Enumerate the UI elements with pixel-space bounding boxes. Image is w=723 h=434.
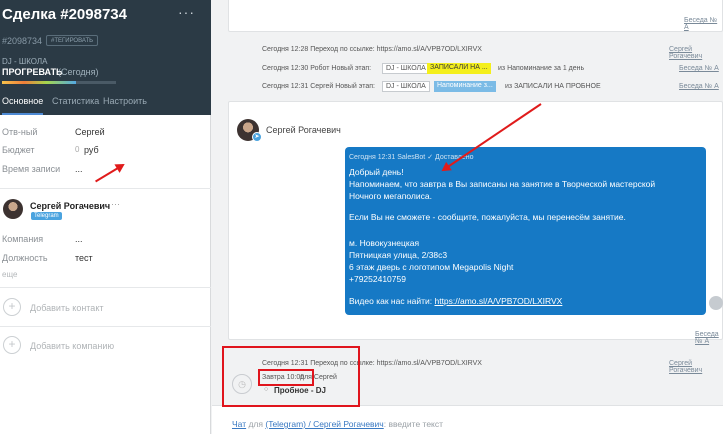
contact-menu-icon[interactable]: ··· (111, 199, 120, 209)
event-link-visit: Сегодня 12:28 Переход по ссылке: https:/… (262, 46, 482, 53)
position-value[interactable]: тест (75, 253, 93, 263)
channel-link[interactable]: (Telegram) / Сергей Рогачевич (265, 419, 383, 429)
annotation-box (258, 369, 314, 386)
conversation-link[interactable]: Беседа № А (679, 83, 719, 90)
avatar[interactable] (3, 199, 23, 219)
deal-header: Сделка #2098734 ··· #2098734 #ТЕГИРОВАТЬ… (0, 0, 211, 115)
message-author[interactable]: Сергей Рогачевич (266, 125, 341, 135)
message-line: Ночного мегаполиса. (349, 191, 432, 201)
stage-from-badge: DJ - ШКОЛА (382, 81, 430, 92)
tab-settings[interactable]: Настроить (103, 95, 147, 115)
stage-from-text: из Напоминание за 1 день (498, 65, 585, 72)
bot-avatar (709, 296, 723, 310)
conversation-link[interactable]: Беседа № А (695, 331, 722, 345)
budget-label: Бюджет (2, 145, 35, 155)
stage-from-badge: DJ - ШКОЛА (382, 63, 430, 74)
responsible-label: Отв-ный (2, 127, 38, 137)
more-menu-icon[interactable]: ··· (178, 4, 195, 20)
event-stage-change-1: Сегодня 12:30 Робот Новый этап: (262, 65, 372, 72)
message-composer[interactable]: Чат для (Telegram) / Сергей Рогачевич: в… (212, 405, 723, 434)
responsible-value[interactable]: Сергей (75, 127, 105, 137)
divider (0, 326, 211, 327)
stage-progress-fill (2, 81, 77, 84)
message-line: 6 этаж дверь с логотипом Megapolis Night (349, 262, 514, 272)
message-bubble: Сегодня 12:31 SalesBot ✓ Доставлено Добр… (345, 147, 706, 315)
stage-to-badge: ЗАПИСАЛИ НА ... (427, 63, 491, 74)
contact-name[interactable]: Сергей Рогачевич (30, 201, 110, 211)
video-label: Видео как нас найти: (349, 296, 435, 306)
plus-icon[interactable]: + (3, 336, 21, 354)
record-time-value[interactable]: ... (75, 164, 83, 174)
plus-icon[interactable]: + (3, 298, 21, 316)
event-stage-change-2: Сегодня 12:31 Сергей Новый этап: (262, 83, 375, 90)
message-line: Добрый день! (349, 167, 404, 177)
composer-input[interactable]: Чат для (Telegram) / Сергей Рогачевич: в… (232, 419, 443, 429)
deal-number: #2098734 (2, 36, 43, 46)
deal-sidebar: Сделка #2098734 ··· #2098734 #ТЕГИРОВАТЬ… (0, 0, 211, 434)
budget-currency: руб (84, 145, 99, 155)
stage-from-text: из ЗАПИСАЛИ НА ПРОБНОЕ (505, 83, 601, 90)
divider (0, 287, 211, 288)
chat-mode-link[interactable]: Чат (232, 419, 246, 429)
more-fields-link[interactable]: еще (2, 270, 17, 279)
stage-progress-bar (2, 81, 116, 84)
message-line: Напоминаем, что завтра в Вы записаны на … (349, 179, 656, 189)
record-time-label: Время записи (2, 164, 61, 174)
company-label: Компания (2, 234, 44, 244)
divider (0, 188, 211, 189)
pipeline-name[interactable]: DJ - ШКОЛА (2, 57, 48, 66)
tab-main[interactable]: Основное (2, 95, 44, 115)
telegram-icon: ➤ (252, 132, 262, 142)
message-line: м. Новокузнецкая (349, 238, 420, 248)
stage-time: (Сегодня) (58, 67, 99, 77)
composer-for: для (246, 419, 266, 429)
message-line: Если Вы не сможете - сообщите, пожалуйст… (349, 212, 626, 222)
deal-tabs: Основное Статистика Настроить (0, 95, 211, 115)
event-author-link[interactable]: Сергей Рогачевич (669, 46, 723, 60)
feed-card-top: Беседа № А (228, 0, 723, 32)
stage-name[interactable]: ПРОГРЕВАТЬ (2, 67, 63, 77)
position-label: Должность (2, 253, 48, 263)
add-contact-button[interactable]: Добавить контакт (30, 303, 103, 313)
budget-value[interactable]: 0 (75, 145, 79, 154)
message-video-line: Видео как нас найти: https://amo.sl/A/VP… (349, 296, 562, 306)
deal-title[interactable]: Сделка #2098734 (2, 6, 127, 23)
company-value[interactable]: ... (75, 234, 83, 244)
video-link[interactable]: https://amo.sl/A/VPB7OD/LXIRVX (434, 296, 562, 306)
tag-button[interactable]: #ТЕГИРОВАТЬ (46, 35, 99, 46)
tab-statistics[interactable]: Статистика (52, 95, 99, 115)
message-line: +79252410759 (349, 274, 406, 284)
stage-to-badge: Напоминание з... (434, 81, 496, 92)
add-company-button[interactable]: Добавить компанию (30, 341, 114, 351)
conversation-link[interactable]: Беседа № А (684, 17, 722, 31)
conversation-link[interactable]: Беседа № А (679, 65, 719, 72)
message-line: Пятницкая улица, 2/38с3 (349, 250, 448, 260)
event-author-link[interactable]: Сергей Рогачевич (669, 360, 723, 374)
telegram-badge: Telegram (31, 212, 62, 220)
composer-placeholder: : введите текст (383, 419, 444, 429)
